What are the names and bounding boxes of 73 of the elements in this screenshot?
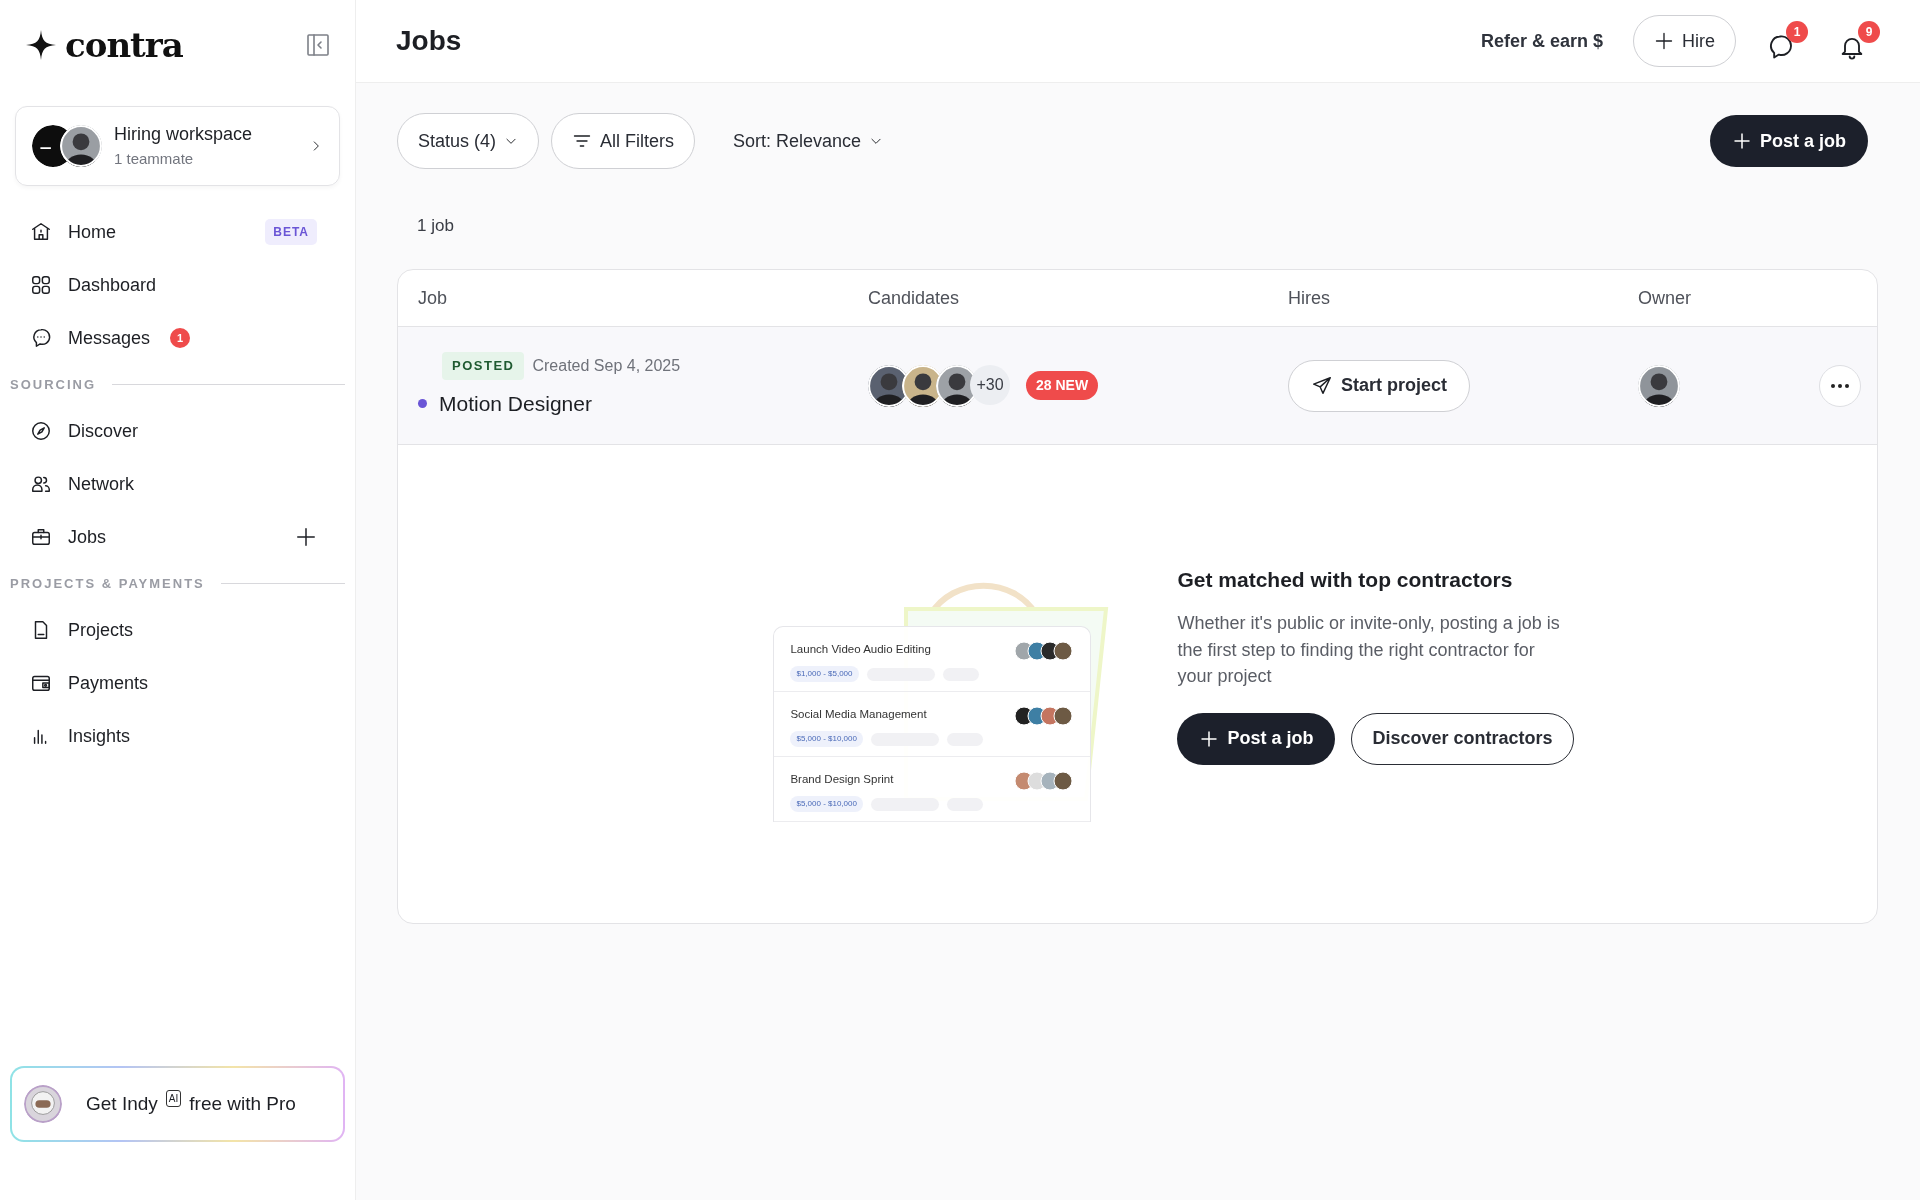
beta-badge: BETA <box>265 219 317 245</box>
briefcase-icon <box>30 526 52 548</box>
all-filters-button[interactable]: All Filters <box>551 113 696 169</box>
compass-icon <box>30 420 52 442</box>
nav-link[interactable]: Discover <box>68 417 138 445</box>
sort-dropdown[interactable]: Sort: Relevance <box>727 126 890 156</box>
avatar-group-drawing <box>1014 641 1075 661</box>
job-count: 1 job <box>417 216 454 235</box>
plus-icon <box>1732 131 1752 151</box>
chat-icon <box>30 327 52 349</box>
more-candidates-count: +30 <box>970 364 1010 405</box>
notification-count: 1 <box>1786 21 1808 43</box>
column-header: Hires <box>1288 287 1330 308</box>
budget-range: $1,000 - $5,000 <box>790 666 859 683</box>
nav-link[interactable]: Dashboard <box>68 271 157 299</box>
nav-link[interactable]: Home <box>68 218 116 246</box>
workspace-name: Hiring workspace <box>114 123 254 146</box>
notifications-button[interactable]: 9 <box>1838 21 1880 61</box>
nav-link[interactable]: Payments <box>68 669 149 697</box>
nav-link[interactable]: Messages <box>68 324 151 352</box>
teammate-avatar <box>60 124 102 167</box>
nav-link[interactable]: Projects <box>68 616 134 644</box>
empty-state-heading: Get matched with top contractors <box>1177 567 1514 593</box>
section-heading: PROJECTS & PAYMENTS <box>10 574 205 593</box>
job-title: Motion Designer <box>439 390 592 417</box>
status-filter[interactable]: Status (4) <box>397 113 540 169</box>
logo-text: contra <box>65 23 183 67</box>
collapse-sidebar-icon[interactable] <box>306 33 330 57</box>
promo-text: Get Indy <box>86 1091 158 1116</box>
notification-count: 9 <box>1858 21 1880 43</box>
status-dot <box>418 398 427 408</box>
unread-count: 1 <box>170 328 191 348</box>
column-header: Job <box>418 287 448 308</box>
nav-link[interactable]: Jobs <box>68 523 107 551</box>
budget-range: $5,000 - $10,000 <box>790 731 863 748</box>
ai-tag: AI <box>165 1090 182 1107</box>
house-icon <box>30 221 52 243</box>
nav-link[interactable]: Network <box>68 470 134 498</box>
owner-avatar <box>1638 364 1680 407</box>
workspace-switcher[interactable]: Hiring workspace 1 teammate <box>15 106 340 186</box>
avatar-group-drawing <box>1014 771 1075 791</box>
sample-job-title: Social Media Management <box>790 707 928 722</box>
hire-button[interactable]: Hire <box>1633 15 1736 67</box>
more-icon <box>1830 382 1850 389</box>
job-row[interactable]: POSTED Created Sep 4, 2025 Motion Designer +30 28 NEW Start project <box>398 327 1877 445</box>
plus-icon <box>1654 31 1674 51</box>
new-candidates-badge: 28 NEW <box>1026 371 1099 400</box>
teammate-count: 1 teammate <box>114 149 195 169</box>
more-options-button[interactable] <box>1819 364 1861 407</box>
plus-icon[interactable] <box>295 526 317 548</box>
empty-state-description: Whether it's public or invite-only, posting a job is the first step to finding the right contractor for your project <box>1177 612 1561 688</box>
people-icon <box>30 473 52 495</box>
status-badge: POSTED <box>442 352 525 380</box>
nav-link[interactable]: Insights <box>68 722 131 750</box>
grid-icon <box>30 274 52 296</box>
created-date: Created Sep 4, 2025 <box>532 355 681 376</box>
messages-button[interactable]: 1 <box>1766 21 1808 61</box>
column-header: Candidates <box>868 287 960 308</box>
refer-link[interactable]: Refer & earn $ <box>1480 27 1603 55</box>
page-title: Jobs <box>396 24 462 58</box>
discover-contractors-button[interactable]: Discover contractors <box>1351 712 1574 765</box>
budget-range: $5,000 - $10,000 <box>790 796 863 813</box>
promo-text: free with Pro <box>189 1091 296 1116</box>
sample-job-title: Launch Video Audio Editing <box>790 642 932 657</box>
promo-card[interactable]: Get Indy AI free with Pro <box>10 1066 345 1142</box>
post-job-button[interactable]: Post a job <box>1710 115 1868 167</box>
post-job-button[interactable]: Post a job <box>1177 712 1336 765</box>
avatar-group-drawing <box>1014 706 1075 726</box>
sample-job-title: Brand Design Sprint <box>790 772 895 787</box>
column-header: Owner <box>1638 287 1691 308</box>
start-project-button[interactable]: Start project <box>1288 359 1471 412</box>
section-heading: SOURCING <box>10 375 97 394</box>
paper-plane-icon <box>1311 374 1333 397</box>
